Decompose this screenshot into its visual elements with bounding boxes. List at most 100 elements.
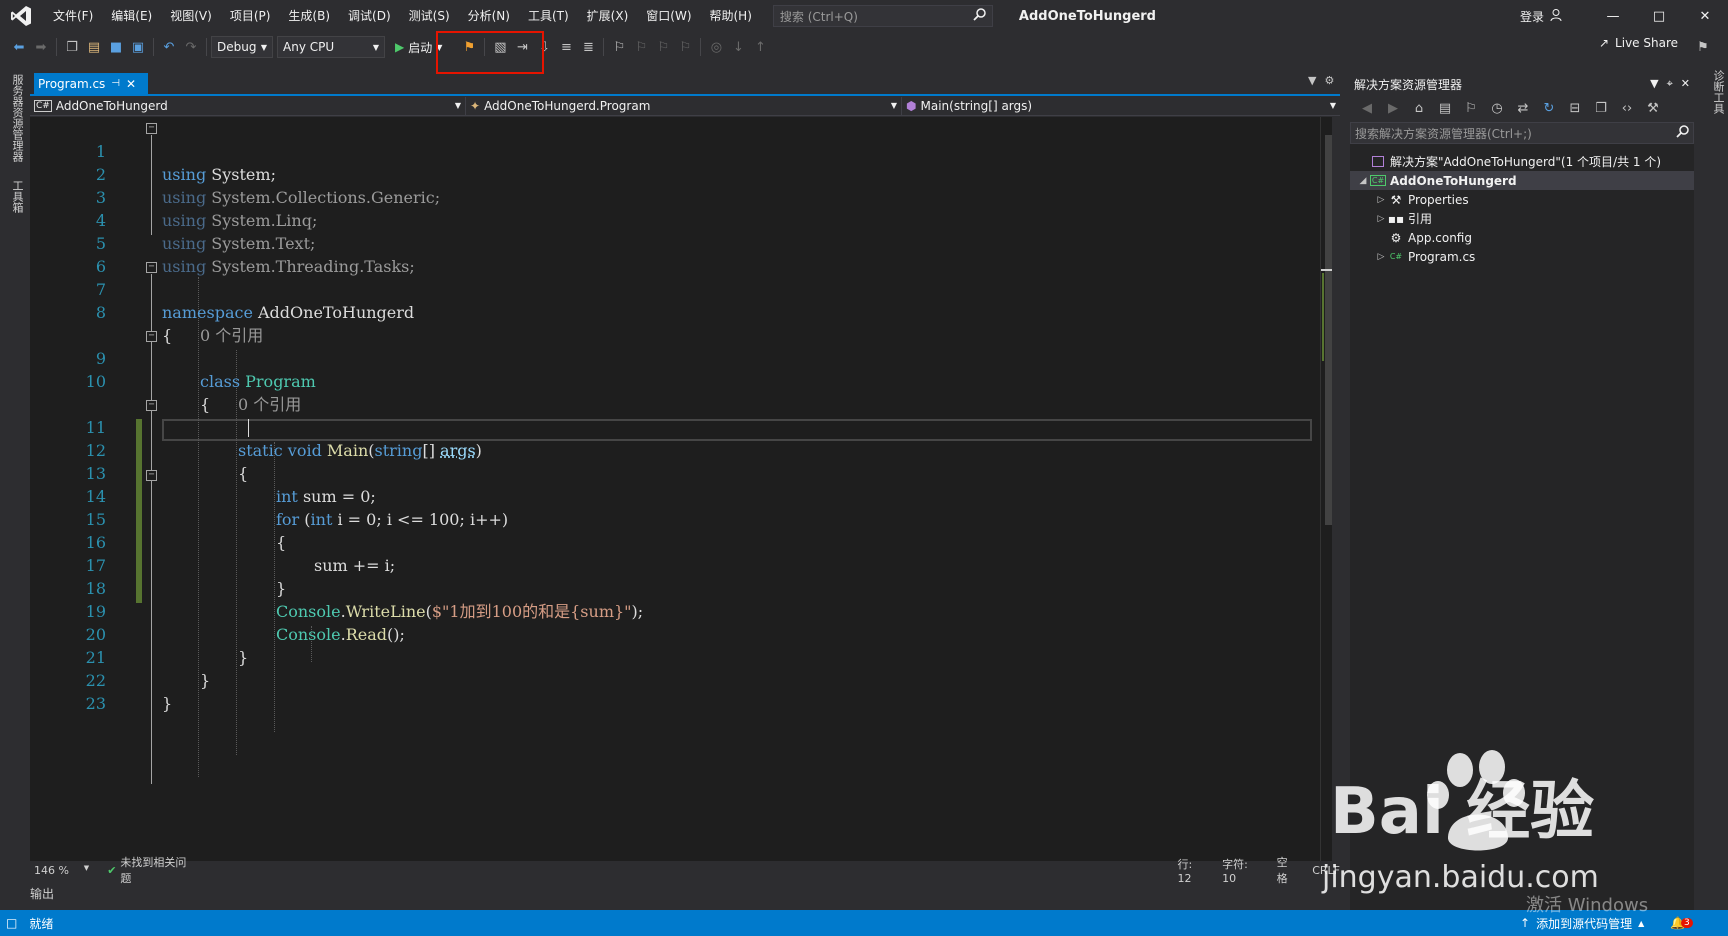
search-icon — [1676, 125, 1689, 141]
outdent-icon[interactable]: ≣ — [577, 36, 599, 58]
menu-file[interactable]: 文件(F) — [44, 0, 102, 32]
sync-icon[interactable]: ⇄ — [1512, 97, 1534, 119]
live-share-button[interactable]: ↗ Live Share — [1599, 36, 1678, 50]
output-window-icon[interactable]: □ — [6, 916, 17, 930]
close-icon[interactable]: ✕ — [1682, 0, 1728, 32]
collapsed-arrow-icon[interactable]: ▷ — [1374, 214, 1388, 224]
feedback-icon[interactable]: ⚑ — [1692, 36, 1714, 58]
home-icon[interactable]: ⌂ — [1408, 97, 1430, 119]
code-line: 17 } — [85, 556, 287, 598]
navigate-back-icon[interactable]: ⬅ — [8, 36, 30, 58]
tree-solution[interactable]: 解决方案"AddOneToHungerd"(1 个项目/共 1 个) — [1350, 152, 1694, 171]
open-file-icon[interactable]: ▤ — [83, 36, 105, 58]
menu-project[interactable]: 项目(P) — [221, 0, 280, 32]
server-explorer-tab[interactable]: 服务器资源管理器 — [9, 74, 25, 162]
zoom-select[interactable]: 146 % ▼ — [34, 864, 89, 877]
properties-wrench-icon[interactable]: ⚒ — [1642, 97, 1664, 119]
tab-dropdown-icon[interactable]: ▼ — [1308, 74, 1316, 87]
save-all-icon[interactable]: ▣ — [127, 36, 149, 58]
menu-extensions[interactable]: 扩展(X) — [578, 0, 638, 32]
maximize-icon[interactable]: □ — [1636, 0, 1682, 32]
solution-configuration-select[interactable]: Debug ▼ — [211, 36, 273, 58]
menu-build[interactable]: 生成(B) — [279, 0, 339, 32]
menu-tools[interactable]: 工具(T) — [519, 0, 578, 32]
pin-icon[interactable]: ⊣ — [111, 78, 120, 89]
column-indicator[interactable]: 字符: 10 — [1222, 856, 1260, 885]
line-indicator[interactable]: 行: 12 — [1178, 856, 1207, 885]
chevron-down-icon[interactable]: ▼ — [1650, 77, 1658, 91]
menu-debug[interactable]: 调试(D) — [339, 0, 400, 32]
diagnostics-tab[interactable]: 诊断工具 — [1710, 70, 1726, 114]
collapse-all-icon[interactable]: ⊟ — [1564, 97, 1586, 119]
back-icon[interactable]: ◀ — [1356, 97, 1378, 119]
issues-indicator[interactable]: ✔ 未找到相关问题 — [107, 854, 187, 886]
save-icon[interactable]: ■ — [105, 36, 127, 58]
search-input[interactable]: 搜索 (Ctrl+Q) — [772, 5, 993, 27]
code-line: 6 — [95, 257, 106, 276]
close-tab-icon[interactable]: ✕ — [126, 77, 136, 91]
solution-search-input[interactable]: 搜索解决方案资源管理器(Ctrl+;) — [1350, 122, 1694, 144]
toolbox-tab[interactable]: 工具箱 — [9, 180, 25, 213]
menu-edit[interactable]: 编辑(E) — [102, 0, 161, 32]
member-nav-select[interactable]: ⬢ Main(string[] args) ▼ — [902, 97, 1340, 115]
tree-properties[interactable]: ▷ ⚒ Properties — [1350, 190, 1694, 209]
collapsed-arrow-icon[interactable]: ▷ — [1374, 252, 1388, 262]
down-arrow-icon[interactable]: ↓ — [727, 36, 749, 58]
expanded-arrow-icon[interactable]: ◢ — [1356, 176, 1370, 186]
navigate-forward-icon[interactable]: ➡ — [30, 36, 52, 58]
login-button[interactable]: 登录 — [1520, 8, 1564, 25]
collapsed-arrow-icon[interactable]: ▷ — [1374, 195, 1388, 205]
add-to-source-control-button[interactable]: ↑ 添加到源代码管理 ▲ — [1520, 915, 1644, 932]
notifications-button[interactable]: 🔔 3 — [1670, 916, 1693, 930]
solution-search-placeholder: 搜索解决方案资源管理器(Ctrl+;) — [1355, 126, 1532, 141]
bookmark-icon[interactable]: ⚐ — [608, 36, 630, 58]
redo-icon[interactable]: ↷ — [180, 36, 202, 58]
forward-icon[interactable]: ▶ — [1382, 97, 1404, 119]
close-icon[interactable]: ✕ — [1681, 77, 1690, 91]
tree-app-config[interactable]: ⚙ App.config — [1350, 228, 1694, 247]
up-arrow-icon[interactable]: ↑ — [749, 36, 771, 58]
undo-icon[interactable]: ↶ — [158, 36, 180, 58]
tree-references[interactable]: ▷ ▪▪ 引用 — [1350, 209, 1694, 228]
output-tab[interactable]: 输出 — [30, 885, 54, 902]
code-line: 21 } — [85, 648, 211, 690]
solution-platform-select[interactable]: Any CPU ▼ — [277, 36, 385, 58]
refresh-icon[interactable]: ↻ — [1538, 97, 1560, 119]
whitespace-indicator[interactable]: 空格 — [1277, 854, 1297, 886]
settings-gear-icon[interactable]: ⚙ — [1324, 74, 1334, 87]
show-all-files-icon[interactable]: ❐ — [1590, 97, 1612, 119]
minimize-icon[interactable]: — — [1590, 0, 1636, 32]
editor-vertical-scrollbar[interactable] — [1320, 117, 1332, 861]
clear-bookmarks-icon[interactable]: ⚐ — [674, 36, 696, 58]
pending-changes-icon[interactable]: ⚐ — [1460, 97, 1482, 119]
switch-views-icon[interactable]: ▤ — [1434, 97, 1456, 119]
scrollbar-thumb[interactable] — [1325, 135, 1332, 525]
find-icon[interactable]: ◎ — [705, 36, 727, 58]
codelens-line: 0 个引用 — [30, 301, 1320, 345]
references-icon: ▪▪ — [1387, 211, 1405, 226]
prev-bookmark-icon[interactable]: ⚐ — [630, 36, 652, 58]
new-project-icon[interactable]: ❐ — [61, 36, 83, 58]
pin-icon[interactable]: ⌖ — [1667, 77, 1673, 91]
next-bookmark-icon[interactable]: ⚐ — [652, 36, 674, 58]
code-editor[interactable]: − − − − − 1 using System; 2 using System… — [30, 117, 1332, 861]
menu-help[interactable]: 帮助(H) — [701, 0, 761, 32]
csharp-project-icon: C# — [34, 99, 52, 112]
history-icon[interactable]: ◷ — [1486, 97, 1508, 119]
menu-test[interactable]: 测试(S) — [400, 0, 459, 32]
code-line: 18 Console.WriteLine($"1加到100的和是{sum}"); — [85, 579, 644, 621]
tree-project[interactable]: ◢ C# AddOneToHungerd — [1350, 171, 1694, 190]
menu-view[interactable]: 视图(V) — [161, 0, 221, 32]
title-bar: 文件(F) 编辑(E) 视图(V) 项目(P) 生成(B) 调试(D) 测试(S… — [0, 0, 1728, 32]
tree-program-cs[interactable]: ▷ C# Program.cs — [1350, 247, 1694, 266]
view-code-icon[interactable]: ‹› — [1616, 97, 1638, 119]
status-ready: 就绪 — [29, 916, 54, 931]
start-button-highlight-box — [436, 31, 544, 74]
project-nav-select[interactable]: C# AddOneToHungerd ▼ — [30, 96, 466, 115]
indent-icon[interactable]: ≡ — [555, 36, 577, 58]
class-nav-select[interactable]: ✦ AddOneToHungerd.Program ▼ — [466, 96, 902, 115]
method-icon: ⬢ — [906, 98, 917, 113]
tab-program-cs[interactable]: Program.cs ⊣ ✕ — [34, 73, 148, 94]
menu-analyze[interactable]: 分析(N) — [459, 0, 519, 32]
menu-window[interactable]: 窗口(W) — [637, 0, 700, 32]
